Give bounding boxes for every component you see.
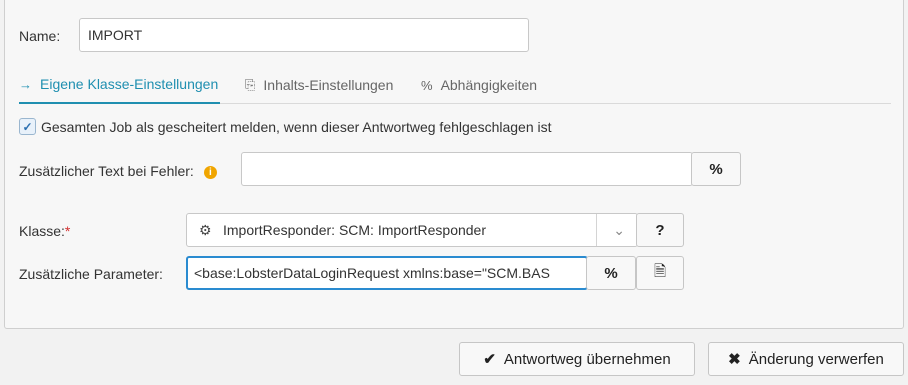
class-label-text: Klasse:: [19, 223, 65, 239]
percent-icon: %: [421, 77, 433, 93]
tab-label: Eigene Klasse-Einstellungen: [40, 76, 219, 92]
discard-button[interactable]: ✖ Änderung verwerfen: [708, 342, 904, 376]
check-icon: ✔: [483, 351, 496, 368]
select-divider: [596, 214, 597, 246]
params-variable-button[interactable]: %: [586, 256, 636, 290]
params-label: Zusätzliche Parameter:: [19, 266, 163, 282]
close-icon: ✖: [728, 351, 741, 368]
class-select-value: ImportResponder: SCM: ImportResponder: [223, 222, 486, 238]
accept-button-label: Antwortweg übernehmen: [503, 350, 671, 368]
name-input[interactable]: IMPORT: [79, 18, 529, 52]
tab-dependencies[interactable]: % Abhängigkeiten: [421, 66, 537, 104]
tab-content-settings[interactable]: ⎘ Inhalts-Einstellungen: [245, 66, 393, 104]
accept-button[interactable]: ✔ Antwortweg übernehmen: [459, 342, 695, 376]
class-select[interactable]: ⚙ ImportResponder: SCM: ImportResponder …: [186, 213, 638, 247]
required-mark: *: [64, 223, 71, 239]
error-text-input[interactable]: [241, 152, 693, 186]
fail-job-label: Gesamten Job als gescheitert melden, wen…: [41, 119, 552, 135]
cogs-icon: ⚙: [199, 222, 212, 238]
params-input[interactable]: <base:LobsterDataLoginRequest xmlns:base…: [186, 256, 588, 290]
error-text-variable-button[interactable]: %: [691, 152, 741, 186]
info-icon[interactable]: i: [203, 165, 217, 179]
params-editor-button[interactable]: 🗎: [636, 256, 684, 290]
checkmark-icon: ✓: [22, 119, 33, 134]
fail-job-checkbox[interactable]: ✓: [19, 118, 36, 135]
document-icon: ⎘: [245, 77, 256, 92]
class-label: Klasse:*: [19, 223, 70, 239]
tab-bar: → Eigene Klasse-Einstellungen ⎘ Inhalts-…: [19, 66, 891, 104]
tab-label: Abhängigkeiten: [440, 77, 538, 93]
discard-button-label: Änderung verwerfen: [748, 350, 884, 368]
percent-icon: %: [604, 264, 618, 282]
tab-class-settings[interactable]: → Eigene Klasse-Einstellungen: [19, 66, 221, 104]
tab-label: Inhalts-Einstellungen: [263, 77, 394, 93]
chevron-down-icon: ⌄: [613, 222, 625, 238]
question-icon: ?: [655, 221, 665, 239]
name-label: Name:: [19, 28, 61, 44]
arrow-right-icon: →: [19, 76, 32, 92]
responder-panel: Name: IMPORT → Eigene Klasse-Einstellung…: [4, 0, 904, 329]
error-text-label: Zusätzlicher Text bei Fehler: i: [19, 163, 217, 179]
error-text-label-text: Zusätzlicher Text bei Fehler:: [19, 163, 194, 179]
percent-icon: %: [709, 160, 723, 178]
document-icon: 🗎: [653, 262, 667, 280]
class-help-button[interactable]: ?: [636, 213, 684, 247]
